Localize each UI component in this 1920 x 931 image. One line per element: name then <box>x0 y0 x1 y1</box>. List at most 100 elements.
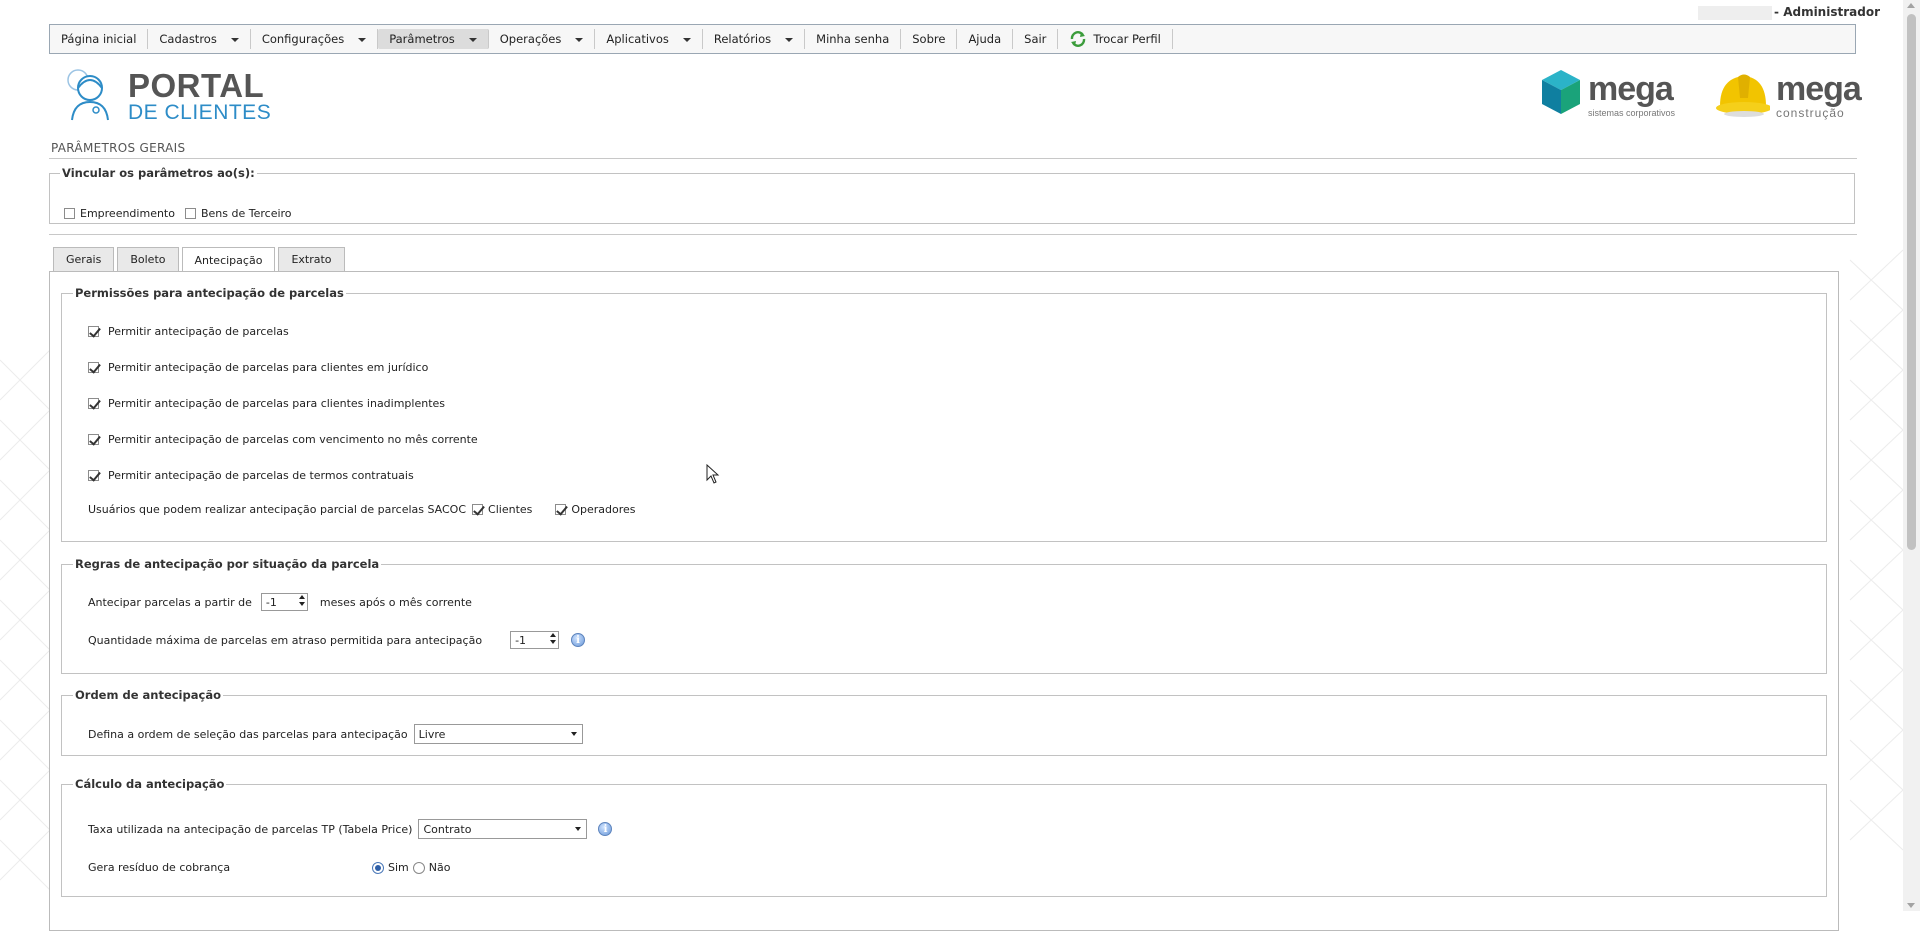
meses-value: -1 <box>265 595 277 609</box>
scroll-up-icon[interactable] <box>1907 3 1915 8</box>
menu-label: Ajuda <box>968 32 1002 46</box>
tab-boleto[interactable]: Boleto <box>117 247 179 271</box>
residuo-label: Gera resíduo de cobrança <box>88 861 231 874</box>
max-atraso-label: Quantidade máxima de parcelas em atraso … <box>88 633 483 647</box>
permissoes-legend: Permissões para antecipação de parcelas <box>75 286 344 300</box>
menu-trocar-perfil[interactable]: Trocar Perfil <box>1058 29 1173 49</box>
vertical-scrollbar[interactable] <box>1903 0 1920 911</box>
calculo-fieldset: Cálculo da antecipação Taxa utilizada na… <box>61 777 1827 897</box>
residuo-sim-radio[interactable] <box>372 861 384 874</box>
parcial-clientes-checkbox[interactable] <box>472 504 484 515</box>
ordem-fieldset: Ordem de antecipação Defina a ordem de s… <box>61 688 1827 756</box>
meses-suffix-label: meses após o mês corrente <box>319 595 472 609</box>
menu-sair[interactable]: Sair <box>1013 29 1059 49</box>
tab-antecipacao[interactable]: Antecipação <box>181 247 276 272</box>
parcial-operadores-label: Operadores <box>571 503 636 516</box>
refresh-icon <box>1071 31 1086 47</box>
info-icon[interactable]: i <box>598 822 613 836</box>
menu-label: Página inicial <box>61 32 137 46</box>
menu-configuracoes[interactable]: Configurações <box>251 29 379 49</box>
empreendimento-checkbox[interactable] <box>64 208 75 219</box>
residuo-nao-radio[interactable] <box>412 861 425 874</box>
meses-stepper[interactable]: -1 <box>260 593 308 611</box>
menu-sobre[interactable]: Sobre <box>901 29 958 49</box>
permitir-termos-label: Permitir antecipação de parcelas de term… <box>108 469 414 482</box>
tab-gerais[interactable]: Gerais <box>53 247 115 271</box>
empreendimento-label: Empreendimento <box>80 207 175 220</box>
portal-clientes-logo: PORTAL DE CLIENTES <box>62 66 272 124</box>
menu-label: Trocar Perfil <box>1093 32 1161 46</box>
menu-operacoes[interactable]: Operações <box>489 29 596 49</box>
taxa-select-value: Contrato <box>423 822 472 836</box>
stepper-up-icon[interactable] <box>550 633 557 637</box>
scrollbar-thumb[interactable] <box>1907 14 1916 550</box>
regras-legend: Regras de antecipação por situação da pa… <box>75 557 380 571</box>
permitir-inadimplentes-label: Permitir antecipação de parcelas para cl… <box>108 397 446 410</box>
page: - Administrador Página inicial Cadastros… <box>0 0 1920 931</box>
menu-relatorios[interactable]: Relatórios <box>703 29 806 49</box>
antecipar-a-partir-label: Antecipar parcelas a partir de <box>88 595 252 609</box>
antecipacao-parcial-label: Usuários que podem realizar antecipação … <box>88 503 467 516</box>
menu-label: Relatórios <box>713 32 772 46</box>
divider <box>49 234 1857 235</box>
menu-label: Configurações <box>261 32 345 46</box>
permitir-inadimplentes-checkbox[interactable] <box>88 398 99 409</box>
ordem-select[interactable]: Livre <box>413 724 583 744</box>
tab-label: Antecipação <box>194 253 263 267</box>
max-atraso-stepper[interactable]: -1 <box>510 631 560 649</box>
chevron-down-icon <box>570 732 577 736</box>
stepper-down-icon[interactable] <box>550 640 557 644</box>
permitir-juridico-label: Permitir antecipação de parcelas para cl… <box>108 361 429 374</box>
hard-hat-icon <box>1716 74 1770 117</box>
user-name-redacted <box>1698 5 1773 20</box>
chevron-down-icon <box>230 38 239 42</box>
menu-parametros[interactable]: Parâmetros <box>378 29 489 49</box>
menu-label: Sobre <box>912 32 946 46</box>
user-role: - Administrador <box>1774 5 1880 19</box>
parcial-clientes-label: Clientes <box>488 503 533 516</box>
mega-construcao-logo: mega construção <box>1714 68 1862 120</box>
menu-label: Cadastros <box>159 32 217 46</box>
menu-ajuda[interactable]: Ajuda <box>957 29 1014 49</box>
permitir-juridico-checkbox[interactable] <box>88 362 99 373</box>
tab-bar: Gerais Boleto Antecipação Extrato <box>53 247 348 272</box>
page-title: PARÂMETROS GERAIS <box>51 141 186 155</box>
menu-label: Parâmetros <box>389 32 455 46</box>
user-label: - Administrador <box>1698 5 1880 20</box>
portal-logo-title: PORTAL <box>128 67 265 104</box>
permitir-mes-corrente-checkbox[interactable] <box>88 434 99 445</box>
menu-pagina-inicial[interactable]: Página inicial <box>50 29 149 49</box>
taxa-select[interactable]: Contrato <box>418 819 588 839</box>
vincular-legend: Vincular os parâmetros ao(s): <box>62 166 255 180</box>
stepper-down-icon[interactable] <box>298 602 305 606</box>
scroll-down-icon[interactable] <box>1907 903 1915 908</box>
ordem-legend: Ordem de antecipação <box>75 688 221 702</box>
residuo-sim-label: Sim <box>388 861 409 874</box>
tab-label: Extrato <box>291 253 332 266</box>
ordem-selecao-label: Defina a ordem de seleção das parcelas p… <box>88 727 408 741</box>
mega-logo-word: mega <box>1588 70 1674 108</box>
menu-label: Aplicativos <box>606 32 669 46</box>
permitir-antecipacao-label: Permitir antecipação de parcelas <box>108 325 289 338</box>
mega-logo-subtitle: sistemas corporativos <box>1588 108 1676 118</box>
bens-terceiro-label: Bens de Terceiro <box>200 207 292 220</box>
parcial-operadores-checkbox[interactable] <box>555 504 567 515</box>
menu-label: Minha senha <box>816 32 890 46</box>
bens-terceiro-checkbox[interactable] <box>184 208 196 219</box>
chevron-down-icon <box>468 38 477 42</box>
tab-extrato[interactable]: Extrato <box>278 247 345 271</box>
chevron-down-icon <box>575 38 584 42</box>
tab-panel-antecipacao: Permissões para antecipação de parcelas … <box>49 271 1839 931</box>
tab-label: Gerais <box>66 253 102 266</box>
info-icon[interactable]: i <box>571 633 586 647</box>
menu-minha-senha[interactable]: Minha senha <box>805 29 902 49</box>
permitir-antecipacao-checkbox[interactable] <box>88 326 99 337</box>
menu-cadastros[interactable]: Cadastros <box>148 29 251 49</box>
permitir-termos-checkbox[interactable] <box>88 470 99 481</box>
mouse-cursor-icon <box>706 464 720 484</box>
regras-fieldset: Regras de antecipação por situação da pa… <box>61 557 1827 674</box>
menu-aplicativos[interactable]: Aplicativos <box>595 29 703 49</box>
stepper-up-icon[interactable] <box>298 595 305 599</box>
portal-mascot-icon <box>67 69 109 121</box>
chevron-down-icon <box>682 38 691 42</box>
